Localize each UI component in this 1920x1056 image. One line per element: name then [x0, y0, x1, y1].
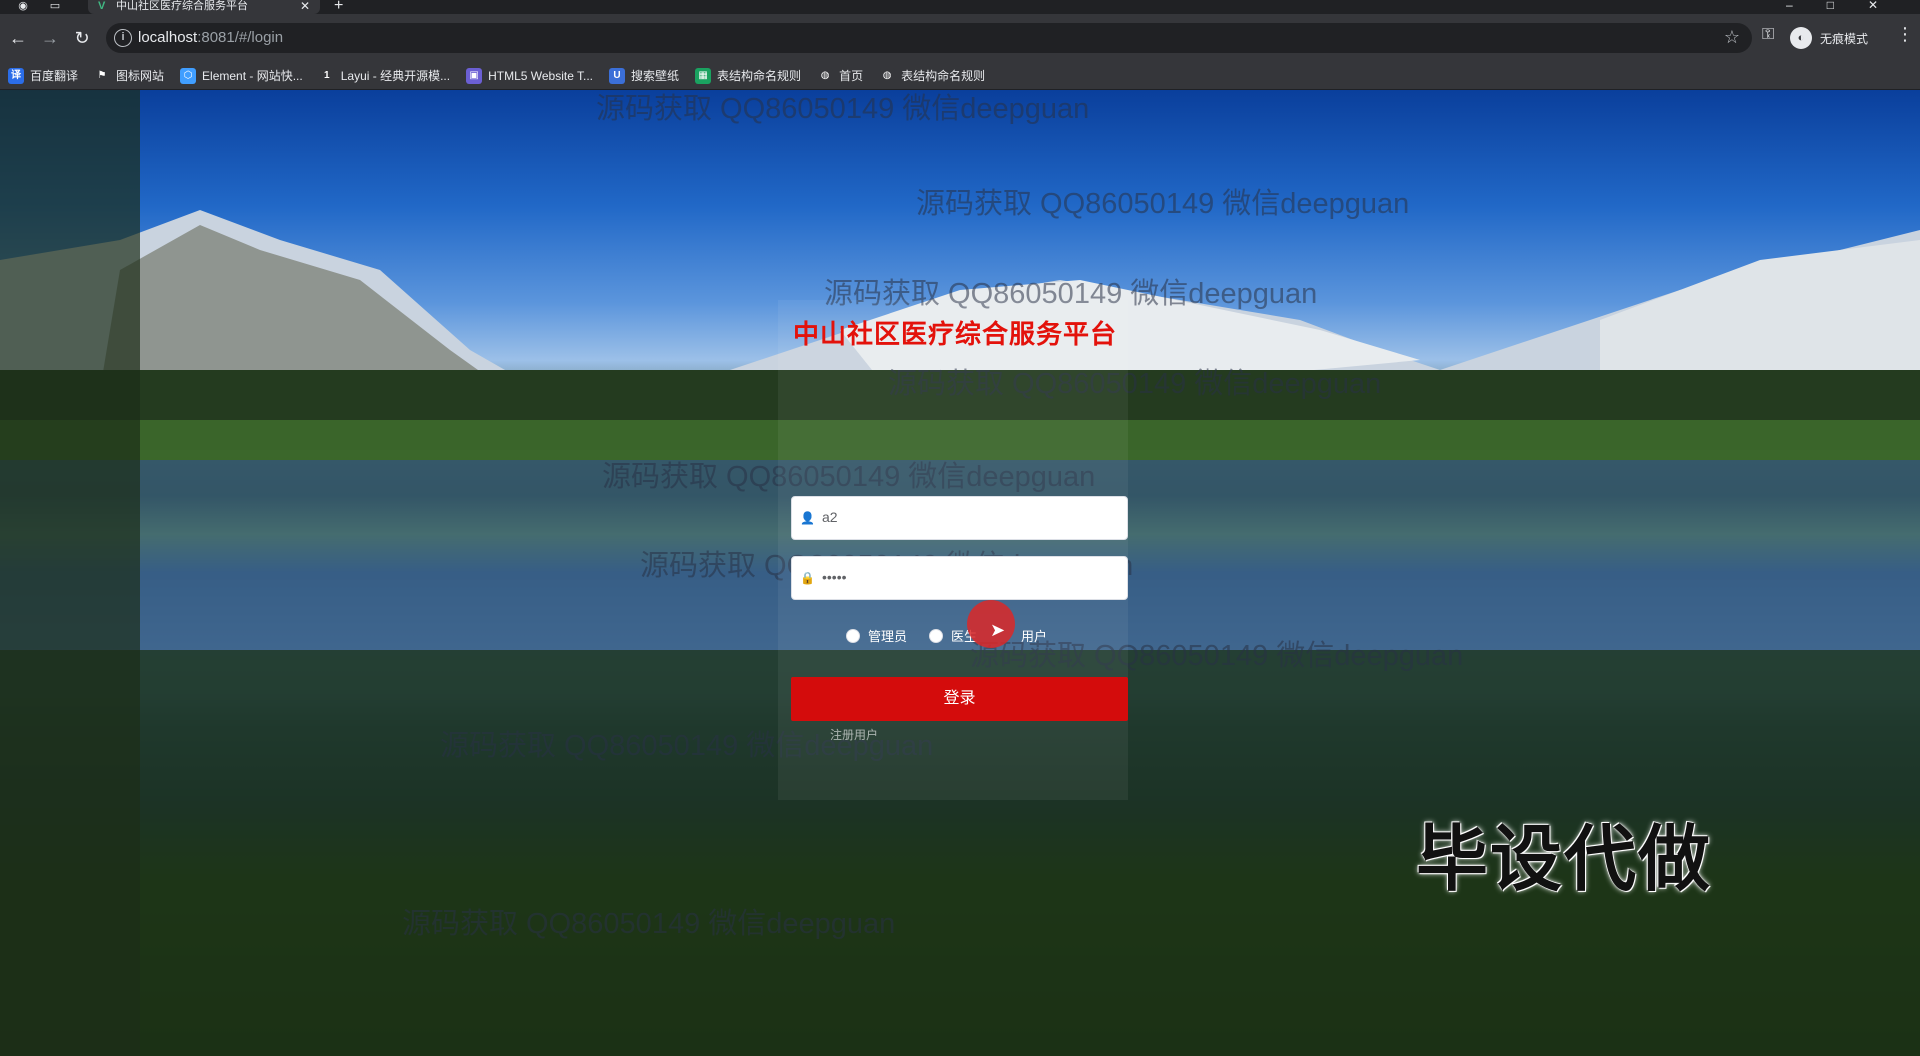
watermark-text: 源码获取 QQ86050149 微信deepguan: [402, 908, 896, 940]
bookmark-item[interactable]: ▣ HTML5 Website T...: [466, 67, 594, 84]
back-icon[interactable]: ←: [6, 26, 30, 50]
menu-icon[interactable]: ⋮: [1896, 24, 1914, 45]
login-title: 中山社区医疗综合服务平台: [792, 319, 1117, 349]
incognito-indicator[interactable]: ◐ 无痕模式: [1790, 24, 1868, 52]
bookmark-label: Element - 网站快...: [202, 69, 303, 83]
bookmark-item[interactable]: ◍ 首页: [817, 67, 863, 84]
reload-icon[interactable]: ↻: [70, 26, 94, 50]
login-button[interactable]: 登录: [791, 677, 1128, 721]
bookmark-label: 搜索壁纸: [631, 69, 680, 83]
bookmark-star-icon[interactable]: ☆: [1724, 27, 1740, 48]
user-icon: 👤: [800, 511, 815, 525]
globe-icon: ◍: [879, 67, 896, 84]
bookmark-label: Layui - 经典开源模...: [340, 69, 451, 83]
globe-icon: ◍: [817, 67, 834, 84]
bookmark-label: 表结构命名规则: [901, 69, 986, 83]
cursor-icon: ➤: [990, 620, 1006, 640]
bookmark-label: 图标网站: [116, 69, 165, 83]
tab-title: 中山社区医疗综合服务平台: [116, 0, 248, 12]
translate-icon: 译: [8, 67, 24, 84]
bookmark-item[interactable]: ⬡ Element - 网站快...: [180, 67, 303, 84]
watermark-text: 源码获取 QQ86050149 微信deepguan: [596, 93, 1090, 125]
bookmark-label: HTML5 Website T...: [488, 68, 594, 83]
url-text: localhost:8081/#/login: [138, 29, 284, 46]
flag-icon: ⚑: [94, 67, 111, 84]
tab-strip: ◉ ▭ V 中山社区医疗综合服务平台 ✕ + –□✕: [0, 0, 1920, 14]
role-radio-admin[interactable]: [846, 628, 860, 643]
password-value: •••••: [822, 569, 847, 585]
tab-search-icon[interactable]: ▭: [48, 0, 62, 12]
key-icon[interactable]: ⚿: [1762, 26, 1774, 44]
bookmark-item[interactable]: ⚑ 图标网站: [94, 67, 164, 84]
role-radio-group: 管理员 医生 用户: [846, 626, 1069, 645]
tab-close-icon[interactable]: ✕: [300, 0, 310, 12]
bookmark-label: 百度翻译: [30, 69, 79, 83]
forward-icon[interactable]: →: [38, 26, 62, 50]
bookmark-item[interactable]: 译百度翻译: [8, 67, 78, 84]
sheet-icon: ▦: [695, 67, 712, 84]
password-input[interactable]: 🔒 •••••: [791, 556, 1128, 600]
username-value: a2: [822, 509, 838, 525]
username-input[interactable]: 👤 a2: [791, 496, 1128, 540]
wallpaper-icon: U: [609, 67, 626, 84]
register-link[interactable]: 注册用户: [830, 726, 878, 743]
incognito-label: 无痕模式: [1820, 31, 1869, 46]
browser-window: ◉ ▭ V 中山社区医疗综合服务平台 ✕ + –□✕ ← → ↻ i local…: [0, 0, 1920, 1056]
role-label-user[interactable]: 用户: [1021, 626, 1047, 645]
role-label-admin[interactable]: 管理员: [868, 626, 907, 645]
app-icon: ◉: [18, 0, 28, 12]
promo-text: 毕设代做: [1416, 820, 1713, 900]
address-bar[interactable]: i localhost:8081/#/login ☆: [106, 23, 1752, 53]
html5-icon: ▣: [466, 67, 483, 84]
watermark-text: 源码获取 QQ86050149 微信deepguan: [916, 188, 1410, 220]
bookmark-item[interactable]: U 搜索壁纸: [609, 67, 679, 84]
bookmarks-bar: 译百度翻译 ⚑ 图标网站 ⬡ Element - 网站快... 1 Layui - 经典开源…: [0, 62, 1920, 90]
layui-icon: 1: [318, 67, 335, 84]
vue-favicon-icon: V: [98, 0, 106, 12]
lock-icon: 🔒: [800, 571, 815, 585]
bookmark-item[interactable]: ▦ 表结构命名规则: [695, 67, 801, 84]
bookmark-label: 表结构命名规则: [717, 69, 802, 83]
bookmark-item[interactable]: 1 Layui - 经典开源模...: [318, 67, 451, 84]
bookmark-item[interactable]: ◍ 表结构命名规则: [879, 67, 985, 84]
bookmark-label: 首页: [839, 69, 864, 83]
tab-active[interactable]: V 中山社区医疗综合服务平台 ✕: [88, 0, 320, 14]
browser-toolbar: ← → ↻ i localhost:8081/#/login ☆ ⚿ ◐ 无痕模…: [0, 14, 1920, 62]
login-card: [778, 300, 1128, 800]
incognito-icon: ◐: [1790, 27, 1812, 49]
info-icon[interactable]: i: [114, 29, 132, 47]
window-controls[interactable]: –□✕: [1786, 0, 1912, 12]
new-tab-icon[interactable]: +: [334, 0, 343, 14]
element-icon: ⬡: [180, 67, 197, 84]
role-radio-doctor[interactable]: [929, 628, 944, 643]
